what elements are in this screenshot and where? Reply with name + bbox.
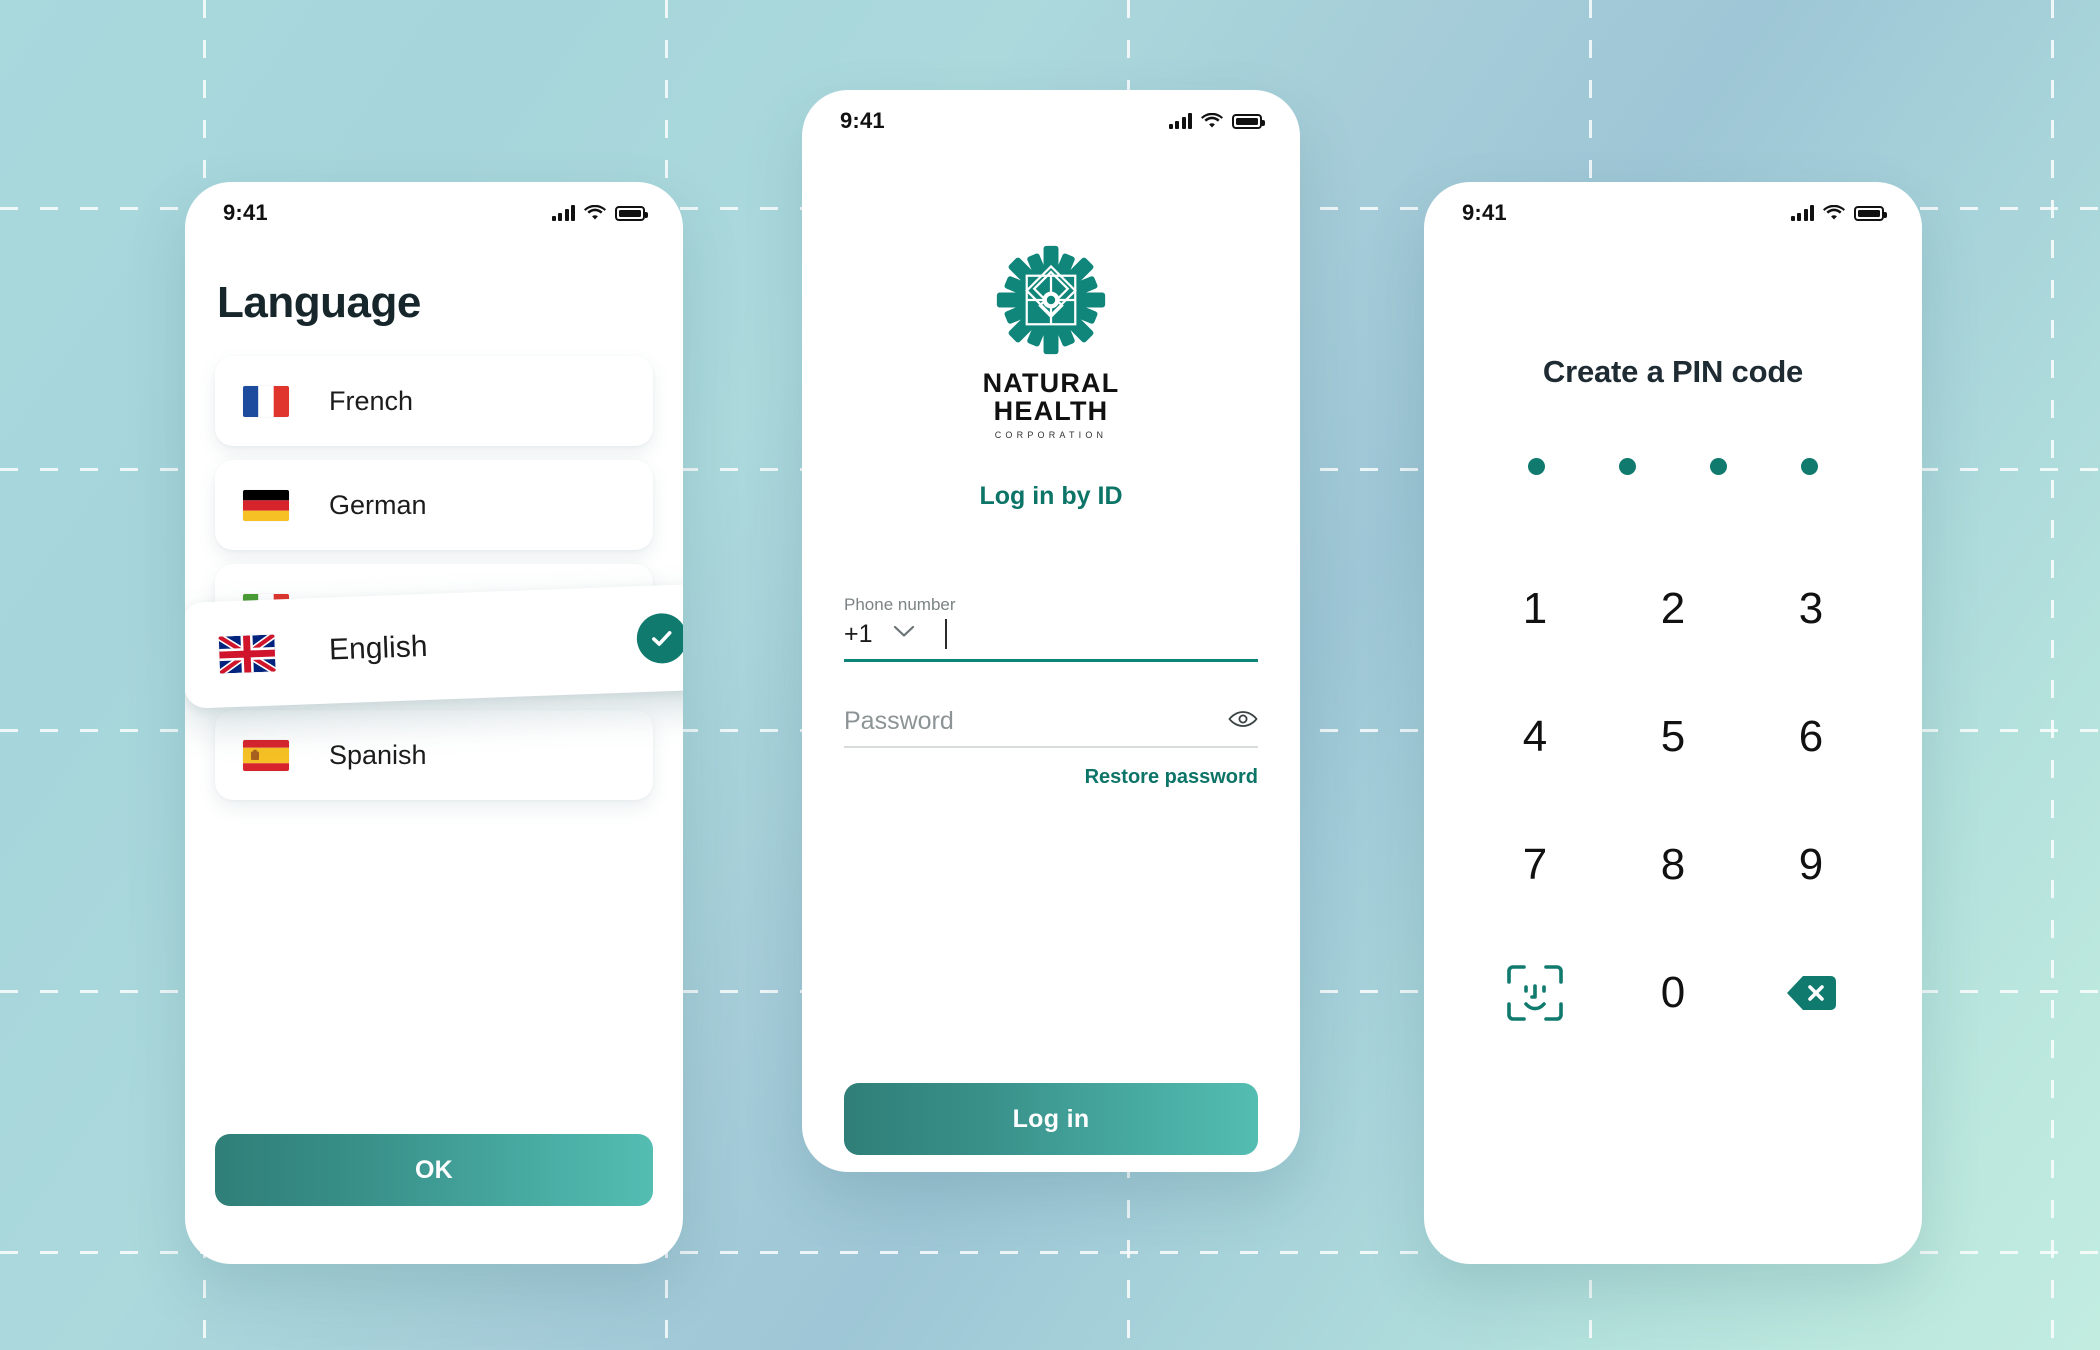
language-list: French German Italian xyxy=(185,356,683,800)
status-time: 9:41 xyxy=(1462,200,1507,225)
status-bar: 9:41 xyxy=(185,182,683,244)
signal-icon xyxy=(1790,205,1814,221)
chevron-down-icon[interactable] xyxy=(893,625,915,643)
password-placeholder: Password xyxy=(844,707,954,736)
signal-icon xyxy=(551,205,575,221)
keypad-key-7[interactable]: 7 xyxy=(1480,827,1590,903)
language-item-english-selected[interactable]: English xyxy=(185,583,683,709)
keypad-key-9[interactable]: 9 xyxy=(1756,827,1866,903)
keypad-key-0[interactable]: 0 xyxy=(1618,955,1728,1031)
flag-uk-icon xyxy=(218,634,276,674)
pin-dot xyxy=(1528,458,1545,475)
signal-icon xyxy=(1168,113,1192,129)
language-item-spanish[interactable]: Spanish xyxy=(215,710,653,800)
phone-login-screen: 9:41 NATURAL HEALTH CORPORATION Log in b… xyxy=(802,90,1300,1172)
status-bar: 9:41 xyxy=(1424,182,1922,244)
language-item-german[interactable]: German xyxy=(215,460,653,550)
status-time: 9:41 xyxy=(223,200,268,225)
battery-icon xyxy=(615,205,648,221)
backspace-delete-icon[interactable] xyxy=(1756,955,1866,1031)
restore-password-link[interactable]: Restore password xyxy=(844,766,1258,789)
language-label: English xyxy=(328,629,429,667)
flag-france-icon xyxy=(243,385,289,417)
phone-pin-screen: 9:41 Create a PIN code 1 2 3 4 5 6 7 8 9 xyxy=(1424,182,1922,1264)
phone-number-label: Phone number xyxy=(844,595,956,615)
country-code-value: +1 xyxy=(844,619,873,648)
battery-icon xyxy=(1854,205,1887,221)
keypad-key-8[interactable]: 8 xyxy=(1618,827,1728,903)
log-in-by-id-link[interactable]: Log in by ID xyxy=(844,482,1258,511)
eye-icon[interactable] xyxy=(1228,709,1258,734)
keypad-key-2[interactable]: 2 xyxy=(1618,571,1728,647)
brand-line-2: HEALTH xyxy=(993,395,1109,426)
flag-germany-icon xyxy=(243,489,289,521)
brand-subtitle: CORPORATION xyxy=(994,430,1108,441)
wifi-icon xyxy=(584,205,606,221)
phone-language-screen: 9:41 Language French German Spanish Engl… xyxy=(185,182,683,1264)
battery-icon xyxy=(1232,113,1265,129)
ok-button[interactable]: OK xyxy=(215,1134,653,1206)
brand-name: NATURAL HEALTH xyxy=(982,368,1120,426)
mandala-flower-logo-icon xyxy=(995,244,1107,356)
pin-keypad: 1 2 3 4 5 6 7 8 9 0 xyxy=(1466,571,1880,1031)
pin-dot xyxy=(1619,458,1636,475)
language-label: French xyxy=(329,385,414,416)
status-time: 9:41 xyxy=(840,108,885,133)
keypad-key-4[interactable]: 4 xyxy=(1480,699,1590,775)
keypad-key-5[interactable]: 5 xyxy=(1618,699,1728,775)
language-item-french[interactable]: French xyxy=(215,356,653,446)
language-label: Spanish xyxy=(329,739,427,770)
keypad-key-3[interactable]: 3 xyxy=(1756,571,1866,647)
flag-spain-icon xyxy=(243,739,289,771)
check-icon xyxy=(635,612,683,665)
log-in-button[interactable]: Log in xyxy=(844,1083,1258,1155)
brand-logo: NATURAL HEALTH CORPORATION xyxy=(844,244,1258,440)
status-bar: 9:41 xyxy=(802,90,1300,152)
keypad-key-6[interactable]: 6 xyxy=(1756,699,1866,775)
phone-number-input[interactable]: +1 xyxy=(844,619,1258,663)
page-title: Language xyxy=(217,278,421,327)
phone-number-field-block: Phone number +1 xyxy=(844,595,1258,663)
pin-dot xyxy=(1801,458,1818,475)
face-id-icon[interactable] xyxy=(1480,955,1590,1031)
pin-dots xyxy=(1466,458,1880,475)
brand-line-1: NATURAL xyxy=(982,368,1120,398)
pin-title: Create a PIN code xyxy=(1542,354,1804,389)
text-cursor xyxy=(944,619,947,650)
pin-dot xyxy=(1710,458,1727,475)
wifi-icon xyxy=(1823,205,1845,221)
language-label: German xyxy=(329,489,427,520)
password-input[interactable]: Password xyxy=(844,707,1258,749)
wifi-icon xyxy=(1201,113,1223,129)
keypad-key-1[interactable]: 1 xyxy=(1480,571,1590,647)
